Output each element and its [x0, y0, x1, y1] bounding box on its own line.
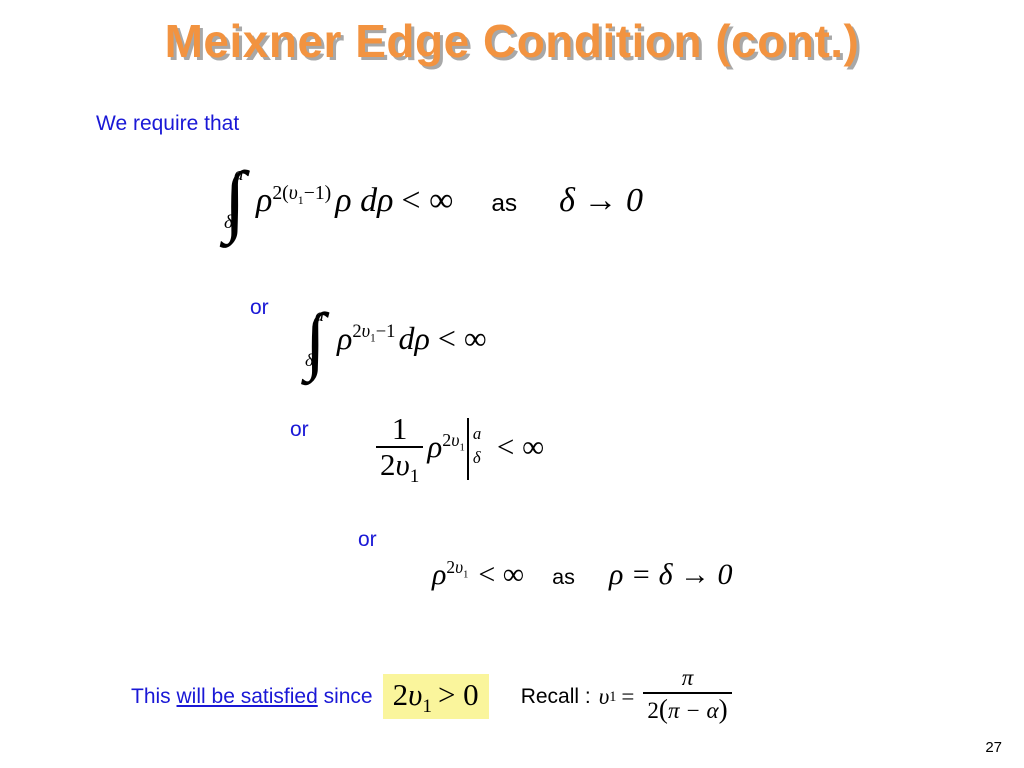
relation-3: < ∞ — [496, 428, 545, 464]
rho-base-4: ρ — [432, 558, 447, 591]
recall-fraction: π 2(π − α) — [643, 665, 732, 724]
conclusion-prefix: This — [131, 684, 177, 708]
limit-statement-4: ρ = δ → 0 — [608, 558, 733, 591]
exponent-4-coef: 2 — [446, 557, 456, 577]
fraction-3-den-coef: 2 — [380, 447, 396, 483]
intro-text: We require that — [96, 112, 240, 135]
relation-4: < ∞ — [478, 558, 525, 591]
relation-1: < ∞ — [401, 182, 454, 219]
exponent-3-coef: 2 — [442, 429, 452, 450]
integral-lower-limit-2: δ — [305, 350, 314, 371]
equation-4: ρ2υ1 < ∞ as ρ = δ → 0 — [432, 558, 733, 592]
recall-den-open-paren: ( — [658, 693, 668, 724]
highlight-var-sub: 1 — [422, 696, 432, 718]
page-number: 27 — [985, 739, 1002, 756]
recall-note: Recall : υ 1 = π 2(π − α) — [520, 665, 736, 725]
exponent-2: 2υ1−1 — [352, 321, 396, 345]
evaluation-bar-rule — [466, 418, 469, 481]
exponent-1-coef: 2( — [272, 181, 289, 204]
exponent-4-var-sub: 1 — [463, 569, 469, 581]
as-word-1: as — [491, 190, 518, 217]
recall-numerator: π — [681, 665, 694, 691]
conclusion-suffix: since — [317, 684, 373, 708]
integrand-tail-1: ρ dρ — [335, 182, 394, 219]
equation-2: ∫ a δ ρ2υ1−1dρ < ∞ — [303, 302, 487, 377]
recall-den-body: π − α — [667, 697, 719, 723]
rho-base-2: ρ — [337, 320, 353, 356]
conclusion-row: This will be satisfied since 2υ1 > 0 Reca… — [131, 665, 736, 725]
exponent-2-coef: 2 — [352, 321, 362, 343]
recall-den-close-paren: ) — [718, 693, 728, 724]
fraction-3-den-sub: 1 — [409, 466, 420, 488]
fraction-3-numerator: 1 — [391, 410, 408, 446]
fraction-3: 1 2υ1 — [376, 410, 424, 487]
exponent-4: 2υ1 — [446, 557, 469, 581]
conclusion-text: This will be satisfied since — [131, 685, 373, 709]
exponent-1-var: υ — [288, 181, 298, 204]
recall-lhs-var: υ — [598, 683, 610, 709]
connector-or-2: or — [290, 418, 309, 441]
exponent-2-var: υ — [361, 321, 371, 343]
evaluation-lower-3: δ — [472, 448, 481, 468]
fraction-3-denominator: 2υ1 — [376, 447, 423, 486]
rho-base-1: ρ — [256, 182, 273, 219]
status-badge-highlight: 2υ1 > 0 — [382, 674, 489, 720]
equation-1: ∫ a δ ρ2(υ1−1) ρ dρ < ∞ as δ → 0 — [222, 161, 643, 241]
relation-2: < ∞ — [437, 320, 487, 356]
as-word-4: as — [552, 564, 575, 589]
conclusion-underlined: will be satisfied — [176, 684, 318, 708]
integrand-tail-2: dρ — [398, 320, 430, 356]
rho-base-3: ρ — [427, 428, 443, 464]
evaluation-bar-3: aδ — [465, 418, 487, 481]
integral-sign-2: ∫ a δ — [303, 302, 337, 377]
integral-upper-limit-2: a — [315, 304, 324, 325]
recall-den-coef: 2 — [647, 697, 659, 723]
recall-label: Recall : — [520, 684, 591, 708]
page-title: Meixner Edge Condition (cont.) — [164, 15, 860, 67]
highlight-relation: > 0 — [437, 677, 479, 713]
integral-sign-1: ∫ a δ — [222, 161, 256, 241]
exponent-4-var: υ — [455, 557, 464, 577]
limit-statement-1: δ → 0 — [559, 182, 643, 219]
highlight-var: υ — [408, 677, 423, 713]
highlight-coef: 2 — [392, 677, 409, 713]
recall-formula: υ 1 = π 2(π − α) — [598, 665, 736, 725]
recall-denominator: 2(π − α) — [643, 693, 731, 724]
exponent-1: 2(υ1−1) — [272, 181, 332, 206]
integral-lower-limit-1: δ — [224, 212, 233, 234]
equation-3: 1 2υ1 ρ2υ1 a δ < ∞ — [372, 410, 545, 487]
connector-or-1: or — [250, 296, 269, 319]
connector-or-3: or — [358, 528, 377, 551]
fraction-3-den-var: υ — [395, 447, 410, 483]
exponent-3: 2υ1 — [442, 429, 465, 453]
integral-upper-limit-1: a — [234, 163, 244, 185]
exponent-2-tail: −1 — [375, 321, 396, 343]
recall-equals: = — [621, 683, 635, 709]
exponent-1-tail: −1) — [303, 181, 332, 204]
evaluation-upper-3: a — [472, 423, 482, 443]
